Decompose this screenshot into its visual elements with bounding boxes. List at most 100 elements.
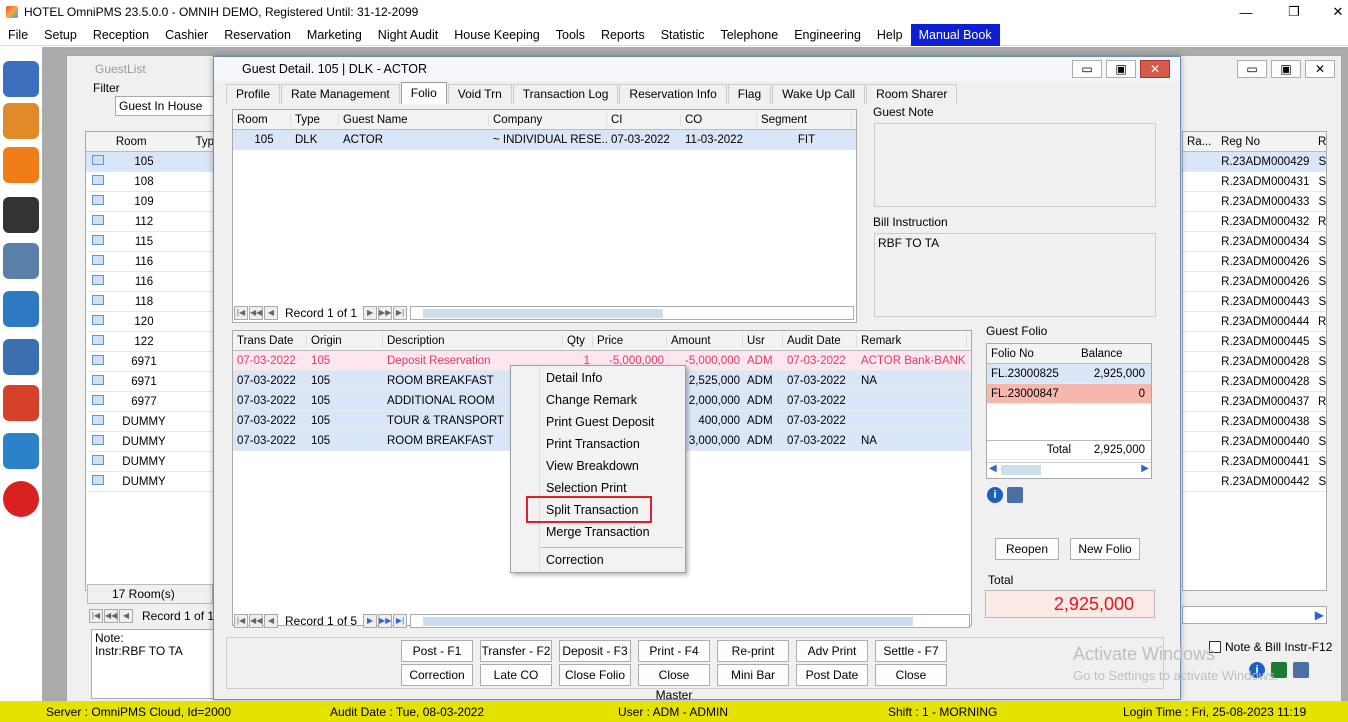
reopen-button[interactable]: Reopen — [995, 538, 1059, 560]
menu-night-audit[interactable]: Night Audit — [370, 24, 446, 46]
guest-note-box[interactable] — [874, 123, 1156, 207]
folio-hscroll[interactable]: ◀ ▶ — [987, 462, 1151, 477]
gl-restore-button[interactable]: ▣ — [1271, 60, 1301, 78]
btn-close-folio[interactable]: Close Folio — [559, 664, 631, 686]
maximize-button[interactable]: ❐ — [1272, 0, 1316, 24]
power-icon[interactable] — [3, 481, 39, 517]
btn-correction[interactable]: Correction — [401, 664, 473, 686]
tab-rate-management[interactable]: Rate Management — [281, 84, 400, 104]
ctx-detail-info[interactable]: Detail Info — [546, 371, 602, 385]
btn-mini-bar[interactable]: Mini Bar — [717, 664, 789, 686]
menu-setup[interactable]: Setup — [36, 24, 85, 46]
table-row[interactable]: DUMMY — [86, 412, 214, 432]
tab-transaction-log[interactable]: Transaction Log — [512, 84, 619, 104]
table-row[interactable]: DUMMY — [86, 452, 214, 472]
tab-wake-up-call[interactable]: Wake Up Call — [772, 84, 866, 104]
menu-telephone[interactable]: Telephone — [712, 24, 786, 46]
trans-navigator[interactable]: |◀ ◀◀ ◀ Record 1 of 5 ▶ ▶▶ ▶| — [234, 612, 971, 630]
guest-cell[interactable]: DLK — [291, 134, 339, 146]
menu-engineering[interactable]: Engineering — [786, 24, 869, 46]
ctx-selection-print[interactable]: Selection Print — [546, 481, 627, 495]
guest-cell[interactable]: 07-03-2022 — [607, 134, 681, 146]
guest-cell[interactable]: 11-03-2022 — [681, 134, 757, 146]
table-row[interactable]: 120 — [86, 312, 214, 332]
menu-statistic[interactable]: Statistic — [653, 24, 713, 46]
table-row[interactable]: DUMMY — [86, 432, 214, 452]
menu-cashier[interactable]: Cashier — [157, 24, 216, 46]
btn-transfer-f2[interactable]: Transfer - F2 — [480, 640, 552, 662]
table-row[interactable]: R.23ADM000440 S — [1183, 432, 1326, 452]
btn-post-f1[interactable]: Post - F1 — [401, 640, 473, 662]
gl-close-button[interactable]: ✕ — [1305, 60, 1335, 78]
detail-restore-button[interactable]: ▣ — [1106, 60, 1136, 78]
btn-post-date[interactable]: Post Date — [796, 664, 868, 686]
report-icon[interactable] — [3, 433, 39, 469]
database-icon[interactable] — [3, 243, 39, 279]
ctx-change-remark[interactable]: Change Remark — [546, 393, 637, 407]
menu-house-keeping[interactable]: House Keeping — [446, 24, 547, 46]
table-row[interactable]: R.23ADM000438 S — [1183, 412, 1326, 432]
cart-icon[interactable] — [3, 339, 39, 375]
menu-reception[interactable]: Reception — [85, 24, 157, 46]
table-row[interactable]: 6971 — [86, 352, 214, 372]
guest-navigator[interactable]: |◀ ◀◀ ◀ Record 1 of 1 ▶ ▶▶ ▶| — [234, 304, 855, 322]
close-button[interactable]: ✕ — [1316, 0, 1348, 24]
btn-re-print[interactable]: Re-print — [717, 640, 789, 662]
btn-close-master[interactable]: Close Master — [638, 664, 710, 702]
table-row[interactable]: R.23ADM000433 S — [1183, 192, 1326, 212]
btn-close[interactable]: Close — [875, 664, 947, 686]
guests-icon[interactable] — [3, 103, 39, 139]
btn-deposit-f3[interactable]: Deposit - F3 — [559, 640, 631, 662]
print-icon[interactable] — [1293, 662, 1309, 678]
rooms-available-icon[interactable] — [3, 291, 39, 327]
table-row[interactable]: R.23ADM000432 R — [1183, 212, 1326, 232]
tab-flag[interactable]: Flag — [727, 84, 772, 104]
table-row[interactable]: DUMMY — [86, 472, 214, 492]
table-row[interactable]: R.23ADM000428 S — [1183, 372, 1326, 392]
table-row[interactable]: 122 — [86, 332, 214, 352]
menu-reports[interactable]: Reports — [593, 24, 653, 46]
guestlist-navigator[interactable]: |◀ ◀◀ ◀ Record 1 of 1 — [89, 607, 214, 625]
btn-print-f4[interactable]: Print - F4 — [638, 640, 710, 662]
filter-select[interactable]: Guest In House — [115, 96, 215, 116]
table-row[interactable]: R.23ADM000426 S — [1183, 272, 1326, 292]
map-icon[interactable] — [3, 147, 39, 183]
ctx-correction[interactable]: Correction — [546, 553, 604, 567]
menu-help[interactable]: Help — [869, 24, 911, 46]
table-row[interactable]: 109 — [86, 192, 214, 212]
gl-minimize-button[interactable]: ▭ — [1237, 60, 1267, 78]
gl-hscroll[interactable]: ▶ — [1182, 606, 1327, 624]
menu-tools[interactable]: Tools — [548, 24, 593, 46]
new-folio-button[interactable]: New Folio — [1070, 538, 1140, 560]
menu-file[interactable]: File — [0, 24, 36, 46]
table-row[interactable]: 105 — [86, 152, 214, 172]
menu-marketing[interactable]: Marketing — [299, 24, 370, 46]
table-row[interactable]: 108 — [86, 172, 214, 192]
ctx-print-guest-deposit[interactable]: Print Guest Deposit — [546, 415, 654, 429]
tab-folio[interactable]: Folio — [400, 82, 447, 104]
table-row[interactable]: 112 — [86, 212, 214, 232]
detail-minimize-button[interactable]: ▭ — [1072, 60, 1102, 78]
bill-instr-box[interactable]: RBF TO TA — [874, 233, 1156, 317]
table-row[interactable]: 115 — [86, 232, 214, 252]
table-row[interactable]: R.23ADM000443 S — [1183, 292, 1326, 312]
ctx-print-transaction[interactable]: Print Transaction — [546, 437, 640, 451]
menu-reservation[interactable]: Reservation — [216, 24, 299, 46]
tab-reservation-info[interactable]: Reservation Info — [619, 84, 727, 104]
tab-profile[interactable]: Profile — [226, 84, 281, 104]
table-row[interactable]: 118 — [86, 292, 214, 312]
table-row[interactable]: R.23ADM000434 S — [1183, 232, 1326, 252]
guest-cell[interactable]: ~ INDIVIDUAL RESE... — [489, 134, 607, 146]
table-row[interactable]: R.23ADM000431 S — [1183, 172, 1326, 192]
ctx-merge-transaction[interactable]: Merge Transaction — [546, 525, 650, 539]
notes-icon[interactable] — [3, 61, 39, 97]
table-row[interactable]: R.23ADM000426 S — [1183, 252, 1326, 272]
guest-cell[interactable]: FIT — [757, 134, 852, 146]
table-row[interactable]: 116 — [86, 252, 214, 272]
guest-cell[interactable]: 105 — [233, 134, 291, 146]
table-row[interactable]: R.23ADM000441 S — [1183, 452, 1326, 472]
table-row[interactable]: 6971 — [86, 372, 214, 392]
calendar-icon[interactable] — [3, 197, 39, 233]
ctx-view-breakdown[interactable]: View Breakdown — [546, 459, 639, 473]
folio-print-icon[interactable] — [1007, 487, 1023, 503]
